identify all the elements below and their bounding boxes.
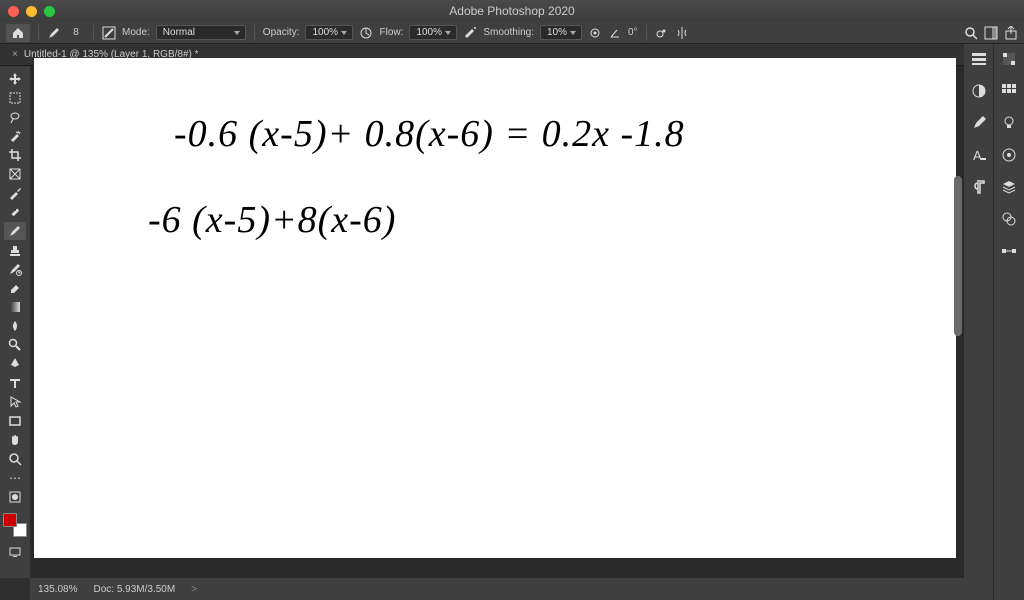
channels-panel-icon[interactable]: [1000, 210, 1018, 228]
flow-input[interactable]: 100%: [409, 25, 457, 40]
canvas-text-line1: -0.6 (x-5)+ 0.8(x-6) = 0.2x -1.8: [174, 112, 685, 156]
dodge-tool[interactable]: [4, 336, 26, 354]
shape-tool[interactable]: [4, 412, 26, 430]
share-icon[interactable]: [1004, 26, 1018, 40]
smoothing-gear-icon[interactable]: [588, 26, 602, 40]
search-icon[interactable]: [964, 26, 978, 40]
eraser-tool[interactable]: [4, 279, 26, 297]
lightbulb-icon[interactable]: [1000, 114, 1018, 132]
right-panel-dock: A: [964, 44, 1024, 600]
gradient-tool[interactable]: [4, 298, 26, 316]
canvas-text-line2: -6 (x-5)+8(x-6): [148, 198, 396, 242]
status-chevron-icon[interactable]: >: [191, 584, 197, 595]
blend-mode-select[interactable]: Normal: [156, 25, 246, 40]
layers-panel-icon[interactable]: [1000, 178, 1018, 196]
lasso-tool[interactable]: [4, 108, 26, 126]
home-icon: [11, 26, 25, 40]
vertical-scrollbar[interactable]: [952, 76, 964, 548]
opacity-input[interactable]: 100%: [305, 25, 353, 40]
smoothing-input[interactable]: 10%: [540, 25, 582, 40]
paragraph-panel-icon[interactable]: [970, 178, 988, 196]
stamp-tool[interactable]: [4, 241, 26, 259]
hand-tool[interactable]: [4, 431, 26, 449]
foreground-color-swatch[interactable]: [3, 513, 17, 527]
paths-panel-icon[interactable]: [1000, 242, 1018, 260]
eyedropper-tool[interactable]: [4, 184, 26, 202]
options-bar: 8 Mode: Normal Opacity: 100% Flow: 100% …: [0, 22, 1024, 44]
zoom-tool[interactable]: [4, 450, 26, 468]
flow-label: Flow:: [379, 27, 403, 38]
app-title: Adobe Photoshop 2020: [0, 4, 1024, 18]
crop-tool[interactable]: [4, 146, 26, 164]
history-brush-tool[interactable]: [4, 260, 26, 278]
airbrush-icon[interactable]: [463, 26, 477, 40]
marquee-tool[interactable]: [4, 89, 26, 107]
edit-toolbar-button[interactable]: ⋯: [4, 469, 26, 487]
pressure-opacity-icon[interactable]: [359, 26, 373, 40]
color-swatches[interactable]: [3, 513, 27, 537]
adjustments-panel-icon[interactable]: [970, 82, 988, 100]
canvas[interactable]: -0.6 (x-5)+ 0.8(x-6) = 0.2x -1.8 -6 (x-5…: [34, 58, 956, 558]
pressure-size-icon[interactable]: [655, 26, 669, 40]
status-bar: 135.08% Doc: 5.93M/3.50M >: [30, 578, 964, 600]
close-tab-icon[interactable]: ×: [12, 49, 18, 60]
blur-tool[interactable]: [4, 317, 26, 335]
color-panel-icon[interactable]: [1000, 50, 1018, 68]
window-titlebar: Adobe Photoshop 2020: [0, 0, 1024, 22]
frame-tool[interactable]: [4, 165, 26, 183]
character-panel-icon[interactable]: A: [970, 146, 988, 164]
workspace: -0.6 (x-5)+ 0.8(x-6) = 0.2x -1.8 -6 (x-5…: [30, 66, 964, 578]
brush-preset-icon[interactable]: [102, 26, 116, 40]
screenmode-button[interactable]: [4, 543, 26, 561]
brushes-panel-icon[interactable]: [970, 114, 988, 132]
svg-text:A: A: [973, 148, 982, 163]
doc-size-info[interactable]: Doc: 5.93M/3.50M: [93, 584, 175, 595]
heal-tool[interactable]: [4, 203, 26, 221]
move-tool[interactable]: [4, 70, 26, 88]
brush-tool[interactable]: [4, 222, 26, 240]
angle-icon: [608, 26, 622, 40]
swatches-panel-icon[interactable]: [1000, 82, 1018, 100]
smoothing-label: Smoothing:: [483, 27, 534, 38]
mode-label: Mode:: [122, 27, 150, 38]
zoom-level[interactable]: 135.08%: [38, 584, 77, 595]
wand-tool[interactable]: [4, 127, 26, 145]
path-select-tool[interactable]: [4, 393, 26, 411]
home-button[interactable]: [6, 24, 30, 42]
scrollbar-thumb[interactable]: [954, 176, 962, 336]
properties-panel-icon[interactable]: [970, 50, 988, 68]
brush-size-label[interactable]: 8: [67, 27, 85, 38]
type-tool[interactable]: [4, 374, 26, 392]
opacity-label: Opacity:: [263, 27, 300, 38]
quickmask-toggle[interactable]: [4, 488, 26, 506]
brush-tool-icon[interactable]: [47, 26, 61, 40]
pen-tool[interactable]: [4, 355, 26, 373]
styles-panel-icon[interactable]: [1000, 146, 1018, 164]
angle-value[interactable]: 0°: [628, 27, 638, 38]
symmetry-icon[interactable]: [675, 26, 689, 40]
workspace-icon[interactable]: [984, 26, 998, 40]
tools-panel: ⋯: [0, 66, 30, 578]
